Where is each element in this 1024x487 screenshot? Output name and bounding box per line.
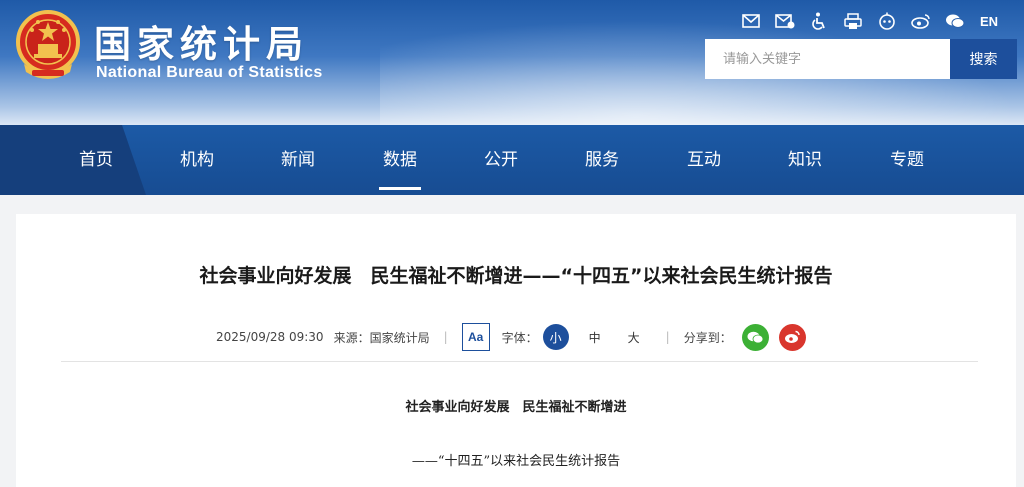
nav-item-home[interactable]: 首页 [56, 125, 136, 195]
article-card: 社会事业向好发展 民生福祉不断增进——“十四五”以来社会民生统计报告 2025/… [16, 214, 1016, 487]
body-subheading: ——“十四五”以来社会民生统计报告 [411, 454, 621, 469]
font-size-large-button[interactable]: 大 [621, 324, 647, 350]
meta-divider: | [665, 330, 670, 344]
nav-item-public[interactable]: 公开 [461, 125, 541, 195]
article-divider [61, 361, 978, 362]
weibo-icon[interactable] [904, 10, 938, 32]
search-button[interactable]: 搜索 [950, 39, 1017, 79]
mail-check-icon[interactable] [768, 10, 802, 32]
meta-divider: | [443, 330, 448, 344]
nav-item-services[interactable]: 服务 [562, 125, 642, 195]
article-meta: 2025/09/28 09:30 来源：国家统计局 | Aa 字体： 小 中 大… [216, 322, 806, 352]
nav-item-interaction[interactable]: 互动 [664, 125, 744, 195]
robot-icon[interactable] [870, 10, 904, 32]
share-label: 分享到： [683, 330, 732, 345]
share-weibo-icon[interactable] [778, 323, 806, 351]
nav-item-news[interactable]: 新闻 [258, 125, 338, 195]
wechat-icon[interactable] [938, 10, 972, 32]
mail-icon[interactable] [734, 10, 768, 32]
nav-item-topics[interactable]: 专题 [867, 125, 947, 195]
main-nav: 首页 机构 新闻 数据 公开 服务 互动 知识 专题 [0, 125, 1024, 195]
share-wechat-icon[interactable] [741, 323, 769, 351]
nav-item-data[interactable]: 数据 [360, 125, 440, 195]
accessibility-icon[interactable] [802, 10, 836, 32]
language-toggle[interactable]: EN [972, 14, 1006, 29]
article-title: 社会事业向好发展 民生福祉不断增进——“十四五”以来社会民生统计报告 [199, 265, 833, 287]
site-header: 国家统计局 National Bureau of Statistics EN 搜… [0, 0, 1024, 125]
article-source: 来源：国家统计局 [333, 330, 430, 345]
nav-active-indicator [379, 187, 421, 190]
header-toolbar: EN [734, 10, 1006, 32]
site-title-cn[interactable]: 国家统计局 [94, 14, 309, 68]
font-size-small-button[interactable]: 小 [542, 324, 569, 350]
site-title-en[interactable]: National Bureau of Statistics [96, 64, 323, 82]
nav-item-organization[interactable]: 机构 [157, 125, 237, 195]
national-emblem-icon[interactable] [14, 8, 82, 82]
printer-icon[interactable] [836, 10, 870, 32]
nav-item-knowledge[interactable]: 知识 [765, 125, 845, 195]
font-toggle-button[interactable]: Aa [461, 323, 490, 351]
font-size-medium-button[interactable]: 中 [582, 324, 608, 350]
font-size-label: 字体： [501, 330, 538, 345]
publish-date: 2025/09/28 09:30 [216, 330, 324, 344]
body-heading: 社会事业向好发展 民生福祉不断增进 [405, 400, 627, 415]
search-input[interactable] [705, 39, 950, 79]
